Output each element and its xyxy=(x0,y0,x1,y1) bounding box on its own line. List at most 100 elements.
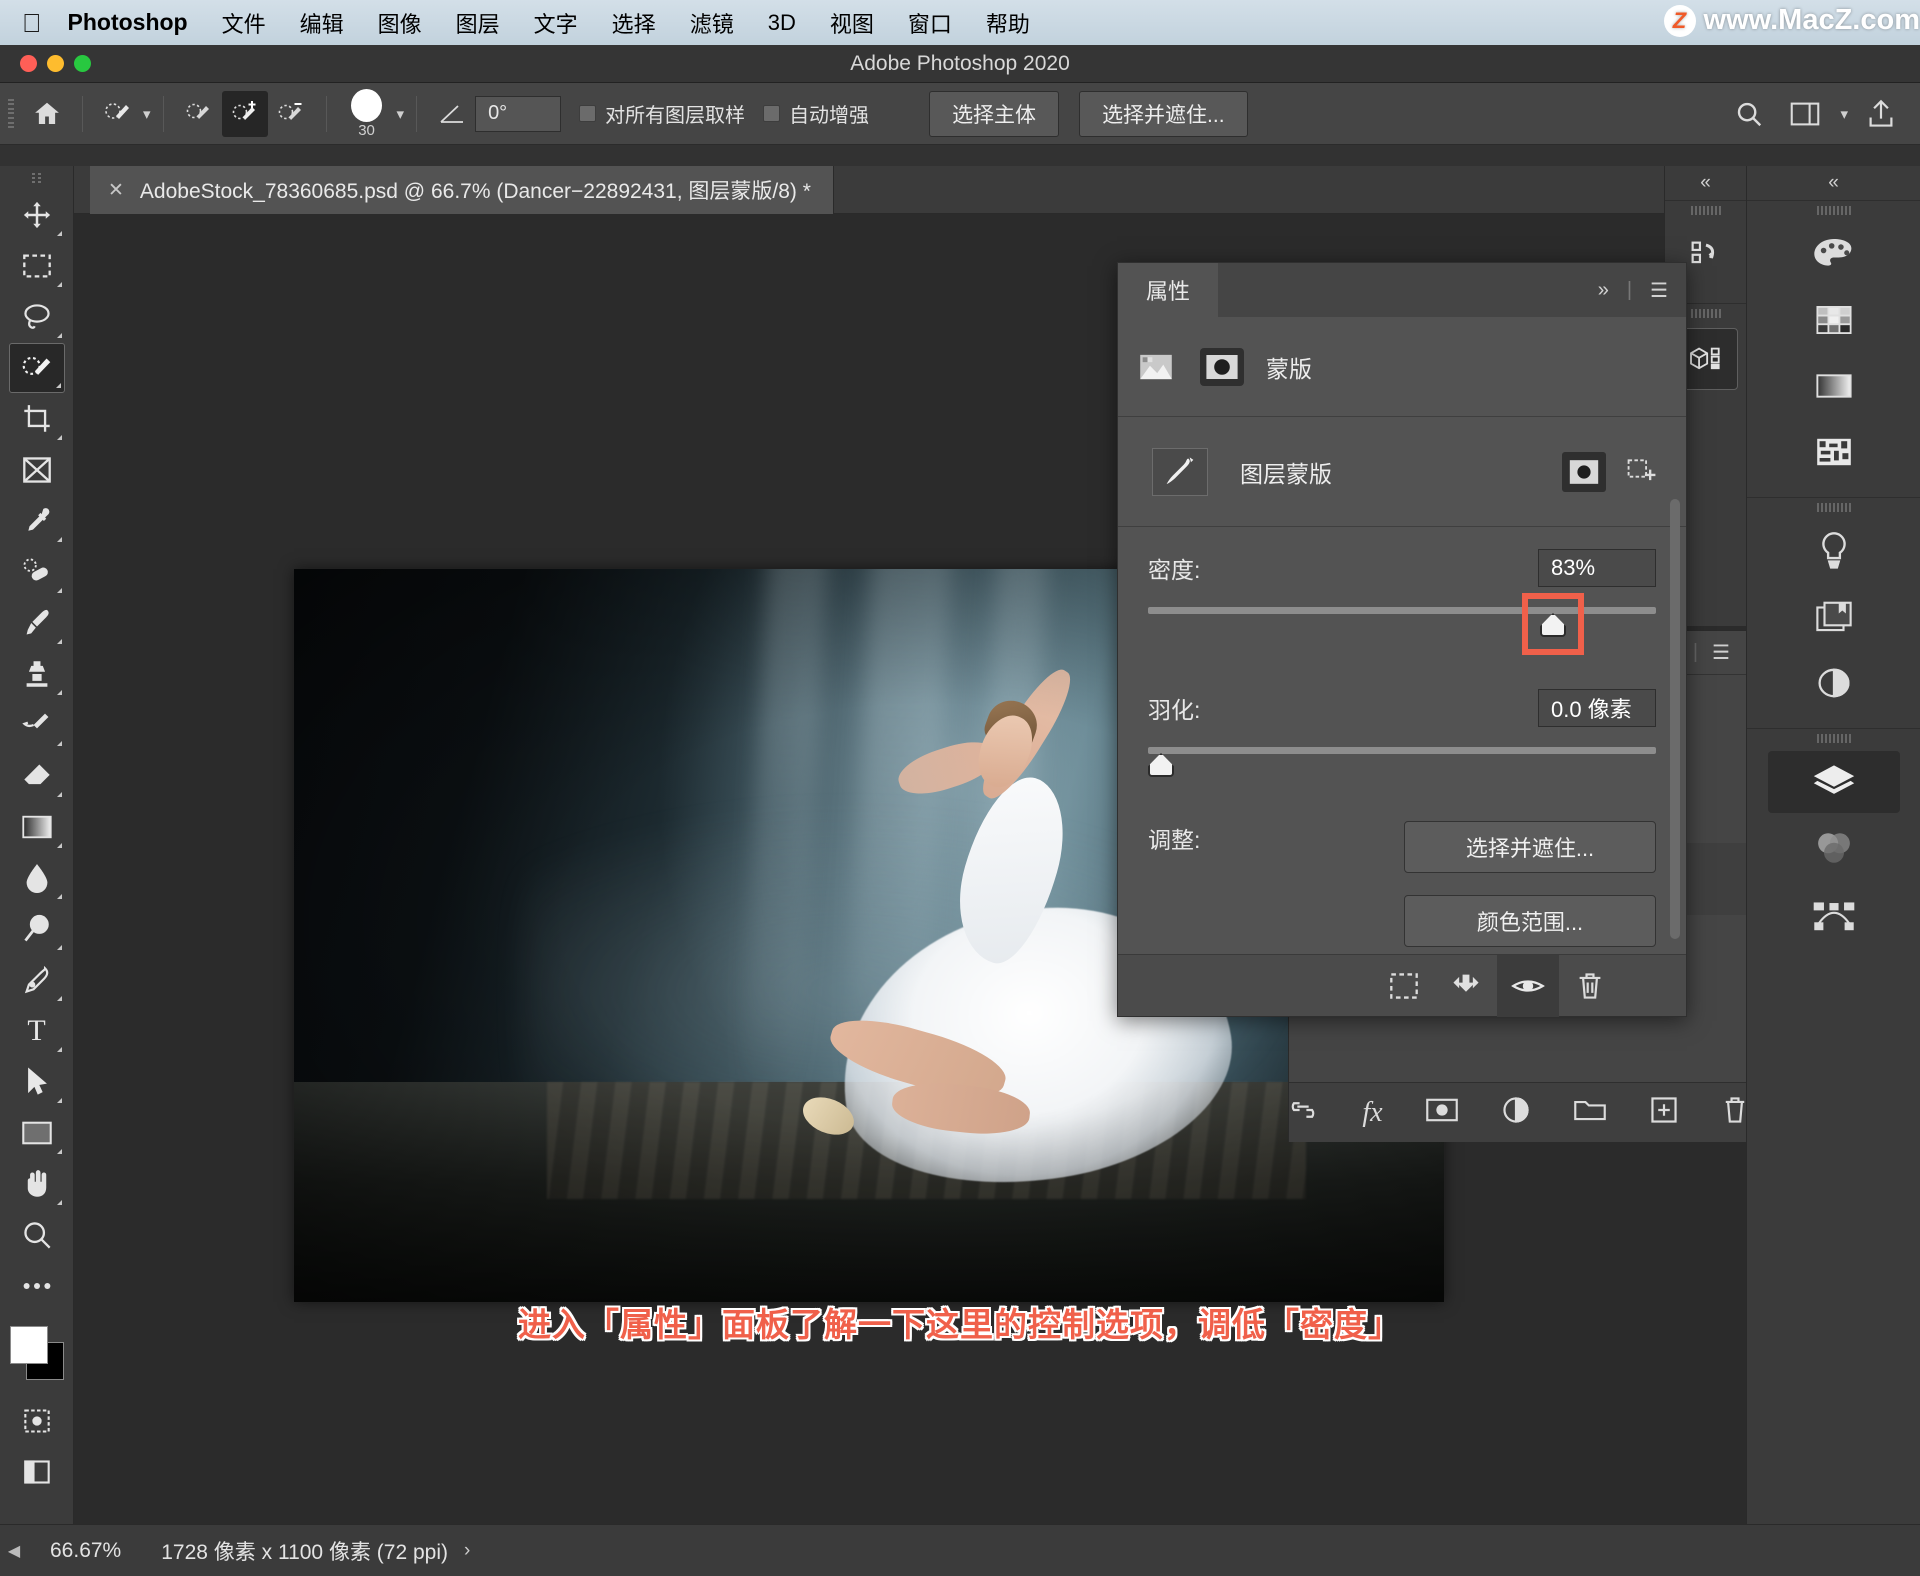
layer-mask-thumb-icon[interactable] xyxy=(1152,447,1208,496)
auto-enhance-checkbox[interactable]: 自动增强 xyxy=(763,99,869,128)
color-palette-icon[interactable] xyxy=(1795,223,1873,285)
link-layers-icon[interactable] xyxy=(1286,1098,1320,1127)
adjustments-bulb-icon[interactable] xyxy=(1795,520,1873,582)
menu-item-image[interactable]: 图像 xyxy=(361,7,439,39)
panel-menu-icon[interactable]: ☰ xyxy=(1650,278,1668,303)
density-slider[interactable] xyxy=(1148,593,1656,655)
sample-all-layers-checkbox[interactable]: 对所有图层取样 xyxy=(579,99,745,128)
chevron-right-icon[interactable]: › xyxy=(464,1540,470,1562)
type-tool[interactable]: T xyxy=(9,1006,65,1056)
document-info[interactable]: 1728 像素 x 1100 像素 (72 ppi) › xyxy=(143,1536,488,1566)
patterns-icon[interactable] xyxy=(1795,421,1873,483)
feather-slider[interactable] xyxy=(1148,739,1656,785)
checkbox-icon[interactable] xyxy=(579,105,597,122)
brush-chevron-down-icon[interactable]: ▾ xyxy=(397,105,405,123)
swatches-grid-icon[interactable] xyxy=(1795,289,1873,351)
tools-panel-grip[interactable] xyxy=(30,172,44,186)
new-group-icon[interactable] xyxy=(1573,1097,1607,1128)
menu-item-type[interactable]: 文字 xyxy=(517,7,595,39)
rectangle-shape-tool[interactable] xyxy=(9,1108,65,1158)
blur-tool[interactable] xyxy=(9,853,65,903)
gradient-tool[interactable] xyxy=(9,802,65,852)
load-selection-icon[interactable] xyxy=(1373,955,1435,1017)
scroll-left-icon[interactable]: ◀ xyxy=(0,1541,28,1561)
panel-grip[interactable] xyxy=(1747,201,1920,219)
select-mask-icon[interactable] xyxy=(1562,451,1606,492)
tool-preset-button[interactable] xyxy=(95,91,141,137)
libraries-icon[interactable] xyxy=(1795,586,1873,648)
channels-icon[interactable] xyxy=(1795,817,1873,879)
chevron-double-left-icon[interactable]: « xyxy=(1665,166,1746,200)
color-range-button[interactable]: 颜色范围... xyxy=(1404,895,1656,947)
pen-tool[interactable] xyxy=(9,955,65,1005)
spot-healing-brush-tool[interactable] xyxy=(9,547,65,597)
mask-from-selection-icon[interactable] xyxy=(1620,452,1664,492)
menu-item-layer[interactable]: 图层 xyxy=(439,7,517,39)
selection-mode-new[interactable] xyxy=(176,91,222,137)
menu-item-edit[interactable]: 编辑 xyxy=(283,7,361,39)
dodge-tool[interactable] xyxy=(9,904,65,954)
properties-scrollbar[interactable] xyxy=(1670,499,1680,939)
add-mask-icon[interactable] xyxy=(1425,1097,1459,1128)
menu-item-view[interactable]: 视图 xyxy=(813,7,891,39)
history-brush-tool[interactable] xyxy=(9,700,65,750)
new-layer-icon[interactable] xyxy=(1649,1095,1679,1130)
feather-value[interactable]: 0.0 像素 xyxy=(1538,689,1656,727)
zoom-level[interactable]: 66.67% xyxy=(28,1539,143,1563)
pixel-mask-icon[interactable] xyxy=(1134,348,1178,386)
frame-tool[interactable] xyxy=(9,445,65,495)
density-value[interactable]: 83% xyxy=(1538,549,1656,587)
panel-grip[interactable] xyxy=(1747,729,1920,747)
workspace-chevron-down-icon[interactable]: ▾ xyxy=(1840,105,1848,123)
rectangular-marquee-tool[interactable] xyxy=(9,241,65,291)
workspace-icon[interactable] xyxy=(1782,91,1828,137)
quick-mask-toggle[interactable] xyxy=(9,1396,65,1446)
selection-mode-add[interactable] xyxy=(221,90,268,137)
vector-mask-icon[interactable] xyxy=(1200,347,1244,386)
zoom-magnifier-tool[interactable] xyxy=(9,1210,65,1260)
feather-slider-track[interactable] xyxy=(1148,747,1656,754)
close-icon[interactable]: ✕ xyxy=(108,179,124,202)
select-and-mask-button[interactable]: 选择并遮住... xyxy=(1404,821,1656,873)
chevron-double-left-icon[interactable]: « xyxy=(1747,166,1920,200)
paths-icon[interactable] xyxy=(1795,883,1873,945)
tool-preset-chevron-down-icon[interactable]: ▾ xyxy=(143,105,151,123)
move-tool[interactable] xyxy=(9,190,65,240)
crop-tool[interactable] xyxy=(9,394,65,444)
document-tab[interactable]: ✕ AdobeStock_78360685.psd @ 66.7% (Dance… xyxy=(90,166,834,214)
eyedropper-tool[interactable] xyxy=(9,496,65,546)
feather-slider-thumb[interactable] xyxy=(1148,753,1174,777)
options-bar-grip[interactable] xyxy=(8,98,18,129)
menu-item-photoshop[interactable]: Photoshop xyxy=(68,9,205,36)
panel-grip[interactable] xyxy=(1747,498,1920,516)
delete-layer-icon[interactable] xyxy=(1721,1095,1749,1130)
panel-menu-icon[interactable]: ☰ xyxy=(1712,640,1730,665)
screen-mode-toggle[interactable] xyxy=(9,1447,65,1497)
menu-item-window[interactable]: 窗口 xyxy=(891,7,969,39)
select-subject-button[interactable]: 选择主体 xyxy=(929,90,1060,137)
search-icon[interactable] xyxy=(1726,91,1772,137)
hand-tool[interactable] xyxy=(9,1159,65,1209)
apply-mask-icon[interactable] xyxy=(1435,955,1497,1017)
angle-input[interactable]: 0° xyxy=(475,95,562,132)
menu-item-select[interactable]: 选择 xyxy=(595,7,673,39)
eraser-tool[interactable] xyxy=(9,751,65,801)
layers-stack-icon[interactable] xyxy=(1767,751,1900,813)
toggle-mask-visibility-icon[interactable] xyxy=(1497,954,1559,1017)
menu-item-3d[interactable]: 3D xyxy=(751,10,813,36)
menu-item-filter[interactable]: 滤镜 xyxy=(673,7,751,39)
chevron-double-right-icon[interactable]: » xyxy=(1598,279,1609,302)
selection-mode-subtract[interactable] xyxy=(268,91,314,137)
layer-style-fx-icon[interactable]: fx xyxy=(1362,1097,1382,1129)
adjustment-layer-icon[interactable] xyxy=(1501,1095,1531,1130)
menu-item-file[interactable]: 文件 xyxy=(205,7,283,39)
brush-size-preview[interactable]: 30 xyxy=(339,88,395,139)
adjustment-half-circle-icon[interactable] xyxy=(1795,652,1873,714)
share-icon[interactable] xyxy=(1858,91,1904,137)
lasso-tool[interactable] xyxy=(9,292,65,342)
delete-mask-icon[interactable] xyxy=(1559,955,1621,1017)
home-button[interactable] xyxy=(24,91,70,137)
apple-logo-icon[interactable]:  xyxy=(22,10,42,36)
clone-stamp-tool[interactable] xyxy=(9,649,65,699)
quick-selection-tool[interactable] xyxy=(8,343,65,393)
